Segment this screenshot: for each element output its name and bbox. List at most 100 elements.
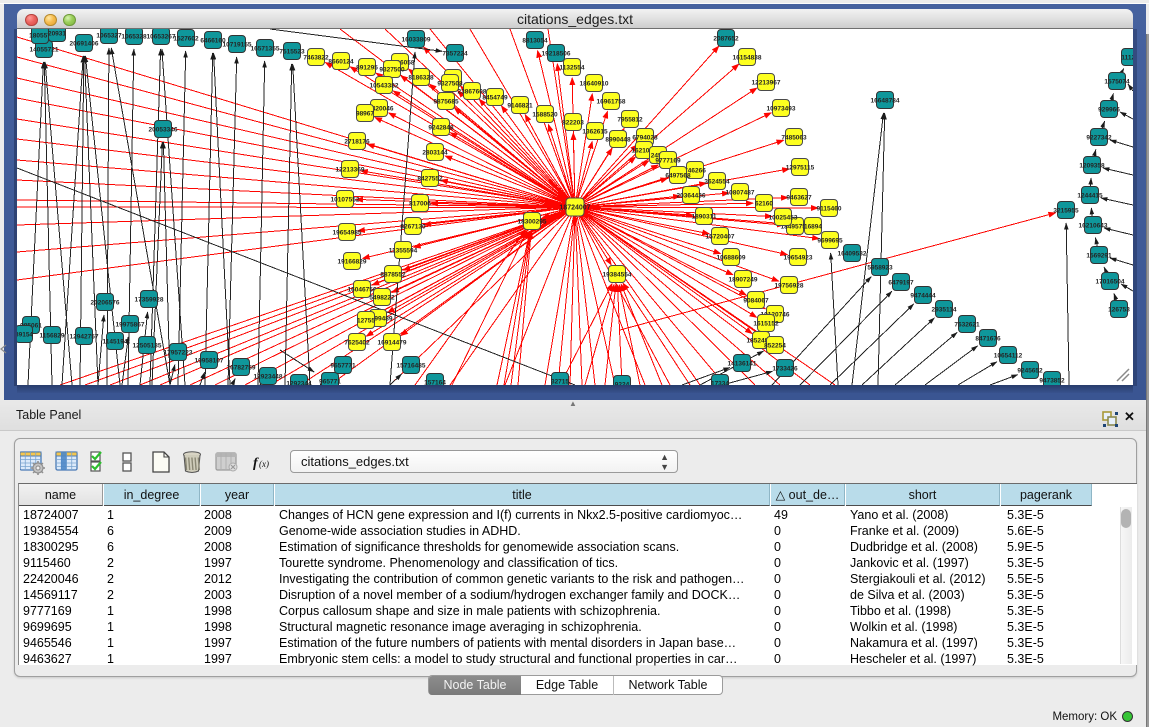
svg-text:16409532: 16409532: [838, 250, 867, 257]
svg-text:16961758: 16961758: [597, 98, 626, 105]
svg-text:16033809: 16033809: [402, 36, 431, 43]
svg-text:2803144: 2803144: [422, 149, 448, 156]
svg-text:16154838: 16154838: [733, 54, 762, 61]
svg-text:817006: 817006: [409, 200, 431, 207]
svg-text:9327508: 9327508: [437, 80, 463, 87]
svg-text:9463627: 9463627: [786, 194, 812, 201]
svg-text:20364436: 20364436: [677, 192, 706, 199]
svg-text:1733426: 1733426: [772, 365, 798, 372]
svg-text:32715: 32715: [551, 378, 569, 385]
svg-text:7632621: 7632621: [954, 321, 980, 328]
svg-text:6479197: 6479197: [888, 279, 914, 286]
svg-text:16648784: 16648784: [871, 97, 900, 104]
svg-text:16571355: 16571355: [251, 45, 280, 52]
svg-text:8660124: 8660124: [328, 58, 354, 65]
svg-text:3624554: 3624554: [704, 178, 730, 185]
svg-text:7625402: 7625402: [344, 339, 370, 346]
svg-text:2087652: 2087652: [713, 35, 739, 42]
svg-text:9227342: 9227342: [1086, 134, 1112, 141]
svg-text:8813054: 8813054: [522, 37, 548, 44]
svg-text:6794028: 6794028: [632, 134, 658, 141]
svg-text:19654985: 19654985: [333, 229, 362, 236]
svg-text:20206576: 20206576: [91, 299, 120, 306]
svg-text:7485063: 7485063: [781, 134, 807, 141]
svg-text:1209358: 1209358: [1079, 162, 1105, 169]
svg-text:10807487: 10807487: [726, 189, 755, 196]
svg-text:965771: 965771: [319, 378, 341, 385]
svg-text:12942757: 12942757: [70, 333, 99, 340]
svg-text:1292344: 1292344: [286, 380, 312, 385]
svg-text:9875685: 9875685: [433, 98, 459, 105]
svg-text:1156829: 1156829: [40, 332, 65, 339]
svg-text:1132554: 1132554: [560, 64, 585, 71]
svg-text:9115460: 9115460: [817, 205, 842, 212]
svg-text:9327500: 9327500: [379, 66, 405, 73]
svg-text:9699695: 9699695: [817, 237, 843, 244]
svg-text:18640910: 18640910: [580, 80, 609, 87]
svg-text:126753: 126753: [1108, 306, 1130, 313]
svg-text:822203: 822203: [562, 119, 584, 126]
svg-text:19756928: 19756928: [775, 282, 804, 289]
svg-text:12923448: 12923448: [254, 373, 283, 380]
svg-text:1890311: 1890311: [692, 213, 717, 220]
svg-text:12213967: 12213967: [752, 79, 781, 86]
svg-text:10688609: 10688609: [717, 254, 746, 261]
svg-text:17334: 17334: [711, 380, 729, 385]
svg-text:20053346: 20053346: [149, 126, 178, 133]
svg-text:8990448: 8990448: [605, 136, 631, 143]
svg-text:2718176: 2718176: [344, 138, 370, 145]
svg-text:15720407: 15720407: [706, 233, 735, 240]
svg-text:8427552: 8427552: [417, 175, 443, 182]
svg-text:8471676: 8471676: [975, 335, 1001, 342]
svg-text:17957223: 17957223: [164, 349, 193, 356]
svg-text:1575074: 1575074: [1104, 78, 1130, 85]
svg-text:3215955: 3215955: [1053, 207, 1079, 214]
svg-text:1362615: 1362615: [582, 128, 608, 135]
svg-text:17016504: 17016504: [1096, 278, 1125, 285]
svg-text:9657771: 9657771: [330, 362, 356, 369]
svg-text:20691406: 20691406: [70, 40, 99, 47]
svg-text:10958107: 10958107: [195, 357, 224, 364]
svg-text:12975115: 12975115: [786, 164, 815, 171]
svg-text:1588520: 1588520: [532, 111, 558, 118]
svg-text:8186328: 8186328: [408, 74, 434, 81]
svg-text:(x): (x): [259, 459, 269, 469]
svg-text:9242848: 9242848: [428, 124, 454, 131]
svg-text:19654923: 19654923: [784, 254, 813, 261]
svg-text:11355594: 11355594: [389, 247, 418, 254]
svg-text:39154: 39154: [17, 331, 33, 338]
svg-text:11123: 11123: [1121, 54, 1133, 61]
svg-text:5498222: 5498222: [369, 294, 395, 301]
svg-text:2935114: 2935114: [932, 306, 957, 313]
svg-text:1615152: 1615152: [753, 320, 779, 327]
svg-text:1569291: 1569291: [1086, 252, 1112, 259]
svg-text:1145194: 1145194: [103, 338, 128, 345]
svg-text:17359928: 17359928: [135, 296, 164, 303]
svg-text:15716485: 15716485: [397, 362, 426, 369]
svg-text:12505135: 12505135: [133, 342, 162, 349]
svg-text:9245652: 9245652: [1017, 367, 1043, 374]
svg-text:1244415: 1244415: [1077, 192, 1103, 199]
svg-text:9224: 9224: [615, 381, 630, 385]
svg-text:20931: 20931: [48, 30, 66, 37]
svg-text:10543382: 10543382: [370, 82, 399, 89]
svg-text:9146821: 9146821: [507, 102, 533, 109]
svg-text:8267130: 8267130: [400, 223, 426, 230]
svg-text:18300295: 18300295: [518, 218, 547, 225]
svg-text:9473852: 9473852: [1039, 377, 1065, 384]
svg-text:157164: 157164: [424, 379, 446, 385]
svg-text:98967: 98967: [356, 110, 374, 117]
svg-text:14055721: 14055721: [30, 46, 59, 53]
svg-text:10025453: 10025453: [769, 214, 798, 221]
svg-text:929966: 929966: [1098, 106, 1120, 113]
svg-text:19218506: 19218506: [542, 50, 571, 57]
svg-text:7357224: 7357224: [442, 50, 468, 57]
svg-text:16914479: 16914479: [378, 339, 407, 346]
svg-text:8878552: 8878552: [380, 271, 406, 278]
svg-text:9474444: 9474444: [910, 292, 936, 299]
svg-text:1065327: 1065327: [96, 32, 122, 39]
svg-text:1065328: 1065328: [121, 33, 147, 40]
svg-text:18724007: 18724007: [559, 204, 590, 211]
svg-text:9777169: 9777169: [655, 157, 681, 164]
svg-text:62160: 62160: [755, 200, 773, 207]
